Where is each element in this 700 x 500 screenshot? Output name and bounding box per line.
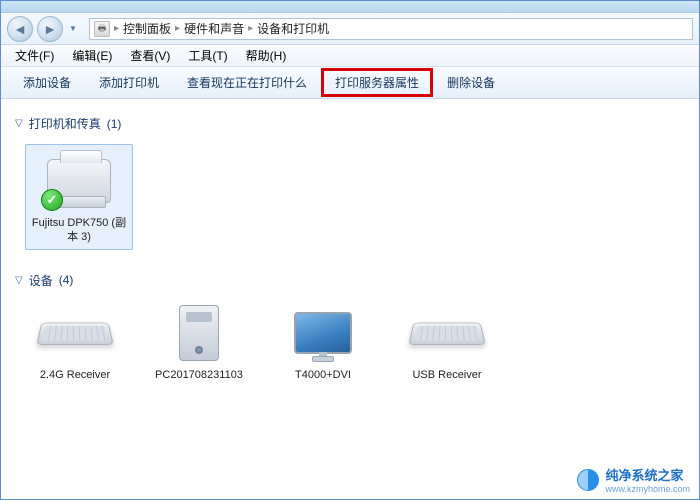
printers-grid: ✓ Fujitsu DPK750 (副本 3): [15, 140, 685, 266]
chevron-right-icon: ▸: [248, 23, 253, 34]
devices-and-printers-icon: 🖶: [94, 21, 110, 37]
watermark: 纯净系统之家 www.kzmyhome.com: [577, 465, 690, 494]
remove-device-button[interactable]: 删除设备: [433, 68, 509, 97]
menu-tools[interactable]: 工具(T): [180, 45, 235, 66]
nav-history-dropdown[interactable]: ▼: [67, 19, 79, 39]
device-item[interactable]: T4000+DVI: [273, 301, 373, 383]
group-count: (1): [107, 117, 122, 131]
add-device-button[interactable]: 添加设备: [9, 68, 85, 97]
computer-icon: [159, 301, 239, 365]
watermark-url: www.kzmyhome.com: [605, 484, 690, 494]
watermark-logo-icon: [577, 469, 599, 491]
keyboard-icon: [35, 301, 115, 365]
group-header-devices[interactable]: ▽ 设备 (4): [15, 272, 685, 289]
devices-grid: 2.4G Receiver PC201708231103 T4000+DVI U…: [15, 297, 685, 399]
chevron-down-icon: ▽: [15, 275, 23, 286]
arrow-right-icon: ►: [43, 21, 57, 37]
menu-edit[interactable]: 编辑(E): [64, 45, 120, 66]
group-header-printers[interactable]: ▽ 打印机和传真 (1): [15, 115, 685, 132]
device-item[interactable]: 2.4G Receiver: [25, 301, 125, 383]
printer-icon: ✓: [39, 149, 119, 213]
command-bar: 添加设备 添加打印机 查看现在正在打印什么 打印服务器属性 删除设备: [1, 67, 699, 99]
group-count: (4): [59, 273, 74, 287]
monitor-icon: [283, 301, 363, 365]
chevron-right-icon: ▸: [175, 23, 180, 34]
device-label: 2.4G Receiver: [40, 369, 110, 383]
back-button[interactable]: ◄: [7, 16, 33, 42]
device-item[interactable]: USB Receiver: [397, 301, 497, 383]
device-item[interactable]: PC201708231103: [149, 301, 249, 383]
device-label: T4000+DVI: [295, 369, 351, 383]
watermark-title: 纯净系统之家: [605, 468, 683, 483]
arrow-left-icon: ◄: [13, 21, 27, 37]
chevron-right-icon: ▸: [114, 23, 119, 34]
printer-label: Fujitsu DPK750 (副本 3): [30, 217, 128, 245]
keyboard-icon: [407, 301, 487, 365]
menu-bar: 文件(F) 编辑(E) 查看(V) 工具(T) 帮助(H): [1, 45, 699, 67]
breadcrumb-segment[interactable]: 设备和打印机: [257, 20, 329, 37]
breadcrumb-segment[interactable]: 硬件和声音: [184, 20, 244, 37]
menu-view[interactable]: 查看(V): [122, 45, 178, 66]
default-check-icon: ✓: [41, 189, 63, 211]
add-printer-button[interactable]: 添加打印机: [85, 68, 173, 97]
explorer-window: ◄ ► ▼ 🖶 ▸ 控制面板 ▸ 硬件和声音 ▸ 设备和打印机 文件(F) 编辑…: [0, 0, 700, 500]
print-server-properties-button[interactable]: 打印服务器属性: [321, 68, 433, 97]
address-bar[interactable]: 🖶 ▸ 控制面板 ▸ 硬件和声音 ▸ 设备和打印机: [89, 18, 693, 40]
chevron-down-icon: ▽: [15, 118, 23, 129]
group-title: 打印机和传真: [29, 115, 101, 132]
content-area: ▽ 打印机和传真 (1) ✓ Fujitsu DPK750 (副本 3) ▽ 设…: [1, 99, 699, 499]
menu-file[interactable]: 文件(F): [7, 45, 62, 66]
forward-button[interactable]: ►: [37, 16, 63, 42]
device-label: PC201708231103: [155, 369, 243, 383]
menu-help[interactable]: 帮助(H): [238, 45, 295, 66]
device-label: USB Receiver: [412, 369, 481, 383]
group-title: 设备: [29, 272, 53, 289]
see-whats-printing-button[interactable]: 查看现在正在打印什么: [173, 68, 321, 97]
breadcrumb-segment[interactable]: 控制面板: [123, 20, 171, 37]
window-titlebar: [1, 1, 699, 13]
navigation-bar: ◄ ► ▼ 🖶 ▸ 控制面板 ▸ 硬件和声音 ▸ 设备和打印机: [1, 13, 699, 45]
printer-item[interactable]: ✓ Fujitsu DPK750 (副本 3): [25, 144, 133, 250]
